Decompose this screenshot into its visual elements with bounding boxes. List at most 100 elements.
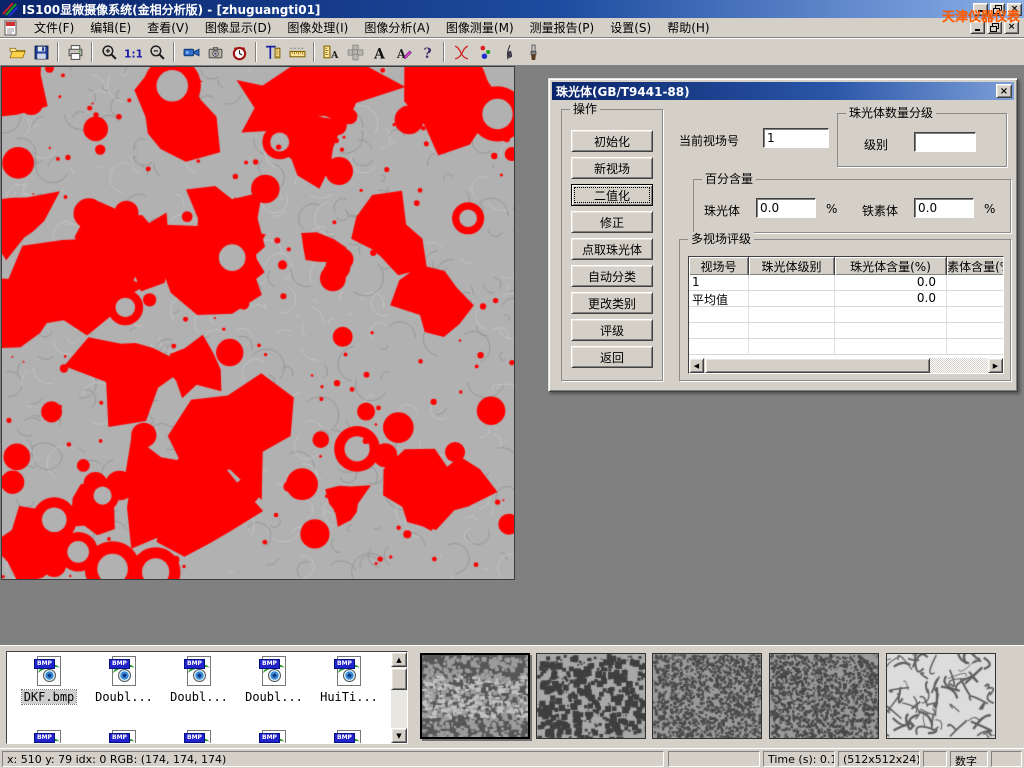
menu-file[interactable]: 文件(F) xyxy=(27,17,81,38)
scrollbar-thumb[interactable] xyxy=(391,668,407,690)
curve-icon[interactable] xyxy=(449,41,473,64)
thumbnail-3[interactable] xyxy=(652,653,762,739)
col-pearlite-grade: 珠光体级别 xyxy=(749,257,835,275)
grade-button[interactable]: 评级 xyxy=(571,319,653,341)
menu-edit[interactable]: 编辑(E) xyxy=(83,17,138,38)
actual-size-icon[interactable]: 1:1 xyxy=(121,41,145,64)
thumbnail-2[interactable] xyxy=(536,653,646,739)
help-icon[interactable]: ? xyxy=(415,41,439,64)
mdi-window-controls: × xyxy=(970,21,1021,34)
pearlite-percent-input[interactable] xyxy=(756,198,816,218)
mdi-restore-icon[interactable] xyxy=(987,21,1002,34)
mdi-minimize-icon[interactable] xyxy=(970,21,985,34)
camera-capture-icon[interactable] xyxy=(203,41,227,64)
menu-settings[interactable]: 设置(S) xyxy=(603,17,658,38)
file-item[interactable]: BMP xyxy=(313,730,385,744)
col-field-number: 视场号 xyxy=(689,257,749,275)
binarize-button[interactable]: 二值化 xyxy=(571,184,653,206)
file-item[interactable]: BMP HuiTi... xyxy=(313,656,385,704)
print-icon[interactable] xyxy=(63,41,87,64)
metallographic-image[interactable] xyxy=(1,66,515,580)
binarized-pearlite-canvas[interactable] xyxy=(2,67,514,579)
status-blank-panel xyxy=(668,751,760,767)
brush-icon[interactable] xyxy=(521,41,545,64)
particles-icon[interactable] xyxy=(473,41,497,64)
svg-text:?: ? xyxy=(423,45,431,60)
menu-image-measure[interactable]: 图像测量(M) xyxy=(439,17,521,38)
menu-bar: 文件(F) 编辑(E) 查看(V) 图像显示(D) 图像处理(I) 图像分析(A… xyxy=(0,18,1024,38)
multi-field-group: 多视场评级 视场号 珠光体级别 珠光体含量(%) 铁素体含量(%) 1 0.0 xyxy=(679,239,1011,381)
file-item[interactable]: BMP DKF.bmp xyxy=(13,656,85,704)
ferrite-unit: % xyxy=(984,202,995,216)
zoom-out-icon[interactable] xyxy=(145,41,169,64)
scroll-down-icon[interactable]: ▼ xyxy=(391,728,407,743)
dialog-close-icon[interactable]: × xyxy=(996,84,1012,98)
app-icon xyxy=(2,1,18,17)
file-browser[interactable]: BMP DKF.bmp BMP Doubl... BMP Doubl... BM… xyxy=(6,651,408,744)
scroll-up-icon[interactable]: ▲ xyxy=(391,652,407,667)
dialog-title-bar[interactable]: 珠光体(GB/T9441-88) × xyxy=(552,82,1014,100)
text-icon[interactable]: A xyxy=(367,41,391,64)
edit-text-icon[interactable]: A xyxy=(391,41,415,64)
timer-icon[interactable] xyxy=(227,41,251,64)
grid-icon[interactable] xyxy=(343,41,367,64)
file-item[interactable]: BMP Doubl... xyxy=(163,656,235,704)
ruler-icon[interactable] xyxy=(285,41,309,64)
table-horizontal-scrollbar[interactable]: ◀ ▶ xyxy=(689,358,1003,373)
thumbnail-5[interactable] xyxy=(886,653,996,739)
svg-text:A: A xyxy=(373,46,385,61)
pick-pearlite-button[interactable]: 点取珠光体 xyxy=(571,238,653,260)
operation-group: 操作 初始化 新视场 二值化 修正 点取珠光体 自动分类 更改类别 评级 返回 xyxy=(561,109,663,381)
thumbnail-1[interactable] xyxy=(420,653,530,739)
restore-icon[interactable] xyxy=(990,3,1005,16)
ferrite-percent-input[interactable] xyxy=(914,198,974,218)
close-icon[interactable]: × xyxy=(1007,3,1022,16)
open-icon[interactable] xyxy=(5,41,29,64)
table-row-empty xyxy=(689,323,1003,339)
ferrite-label: 铁素体 xyxy=(862,202,898,219)
toolbar-separator xyxy=(57,42,59,62)
caliper-icon[interactable] xyxy=(261,41,285,64)
change-class-button[interactable]: 更改类别 xyxy=(571,292,653,314)
pearlite-label: 珠光体 xyxy=(704,202,740,219)
level-input[interactable] xyxy=(914,132,976,152)
file-item[interactable]: BMP Doubl... xyxy=(238,656,310,704)
correct-button[interactable]: 修正 xyxy=(571,211,653,233)
menu-image-analysis[interactable]: 图像分析(A) xyxy=(357,17,437,38)
return-button[interactable]: 返回 xyxy=(571,346,653,368)
bmp-file-icon: BMP xyxy=(259,656,289,688)
window-controls: × xyxy=(973,3,1022,16)
mdi-close-icon[interactable]: × xyxy=(1004,21,1019,34)
elapsed-time-readout: Time (s): 0.113 xyxy=(763,751,835,767)
pen-icon[interactable] xyxy=(497,41,521,64)
scroll-right-icon[interactable]: ▶ xyxy=(988,358,1003,373)
new-field-button[interactable]: 新视场 xyxy=(571,157,653,179)
auto-classify-button[interactable]: 自动分类 xyxy=(571,265,653,287)
menu-image-process[interactable]: 图像处理(I) xyxy=(280,17,355,38)
file-item[interactable]: BMP Doubl... xyxy=(88,656,160,704)
file-item[interactable]: BMP xyxy=(13,730,85,744)
file-item[interactable]: BMP xyxy=(163,730,235,744)
video-camera-icon[interactable] xyxy=(179,41,203,64)
minimize-icon[interactable] xyxy=(973,3,988,16)
menu-view[interactable]: 查看(V) xyxy=(140,17,196,38)
table-row[interactable]: 平均值 0.0 xyxy=(689,291,1003,307)
thumbnail-4[interactable] xyxy=(769,653,879,739)
save-icon[interactable] xyxy=(29,41,53,64)
measure-text-icon[interactable]: A xyxy=(319,41,343,64)
file-list-scrollbar[interactable]: ▲ ▼ xyxy=(391,652,407,743)
file-panel: BMP DKF.bmp BMP Doubl... BMP Doubl... BM… xyxy=(0,645,1024,748)
current-field-input[interactable] xyxy=(763,128,829,148)
file-item[interactable]: BMP xyxy=(238,730,310,744)
init-button[interactable]: 初始化 xyxy=(571,130,653,152)
scrollbar-thumb[interactable] xyxy=(705,358,930,373)
col-pearlite-content: 珠光体含量(%) xyxy=(835,257,947,275)
menu-measure-report[interactable]: 测量报告(P) xyxy=(523,17,602,38)
menu-image-display[interactable]: 图像显示(D) xyxy=(198,17,279,38)
scroll-left-icon[interactable]: ◀ xyxy=(689,358,704,373)
status-blank-panel xyxy=(991,751,1022,767)
zoom-in-icon[interactable] xyxy=(97,41,121,64)
table-row[interactable]: 1 0.0 xyxy=(689,275,1003,291)
file-item[interactable]: BMP xyxy=(88,730,160,744)
menu-help[interactable]: 帮助(H) xyxy=(660,17,716,38)
